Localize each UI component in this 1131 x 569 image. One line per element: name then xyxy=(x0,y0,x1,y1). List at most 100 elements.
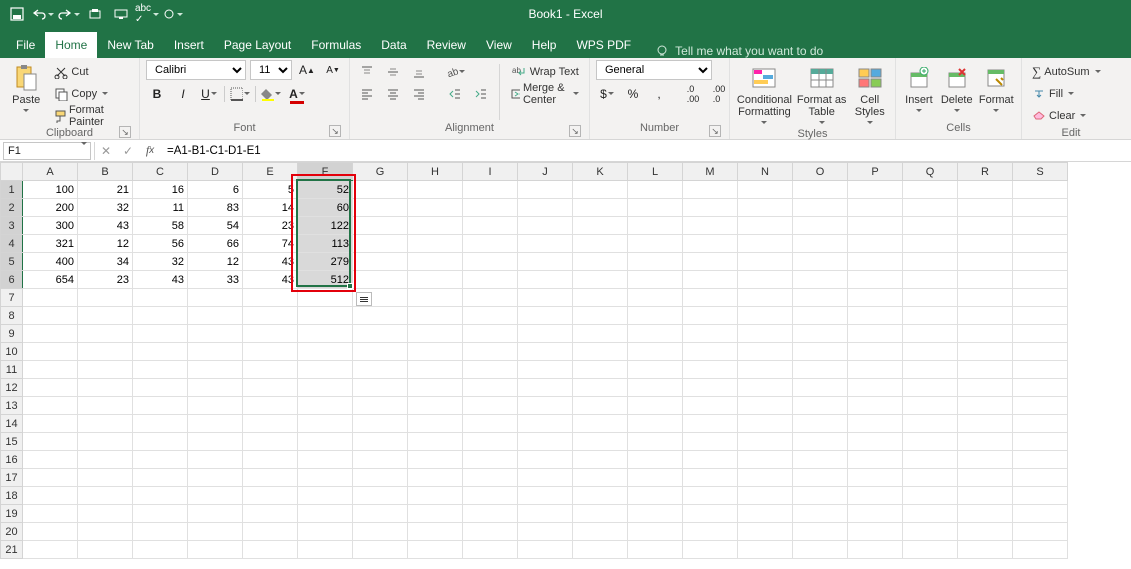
cell-Q21[interactable] xyxy=(903,541,958,559)
percent-button[interactable]: % xyxy=(622,84,644,104)
cell-J10[interactable] xyxy=(518,343,573,361)
cell-J9[interactable] xyxy=(518,325,573,343)
cell-K6[interactable] xyxy=(573,271,628,289)
cell-Q6[interactable] xyxy=(903,271,958,289)
cell-P6[interactable] xyxy=(848,271,903,289)
cell-K19[interactable] xyxy=(573,505,628,523)
cell-J8[interactable] xyxy=(518,307,573,325)
cell-C4[interactable]: 56 xyxy=(133,235,188,253)
cell-I15[interactable] xyxy=(463,433,518,451)
cell-F11[interactable] xyxy=(298,361,353,379)
cell-G2[interactable] xyxy=(353,199,408,217)
cell-F10[interactable] xyxy=(298,343,353,361)
cell-D20[interactable] xyxy=(188,523,243,541)
cell-R5[interactable] xyxy=(958,253,1013,271)
redo-icon[interactable] xyxy=(58,3,80,25)
cell-C20[interactable] xyxy=(133,523,188,541)
cell-N2[interactable] xyxy=(738,199,793,217)
conditional-formatting-button[interactable]: Conditional Formatting xyxy=(736,60,793,127)
cell-H6[interactable] xyxy=(408,271,463,289)
cell-S2[interactable] xyxy=(1013,199,1068,217)
cell-G7[interactable] xyxy=(353,289,408,307)
cell-D11[interactable] xyxy=(188,361,243,379)
cell-N4[interactable] xyxy=(738,235,793,253)
cell-C8[interactable] xyxy=(133,307,188,325)
cell-S3[interactable] xyxy=(1013,217,1068,235)
cell-P18[interactable] xyxy=(848,487,903,505)
cell-B2[interactable]: 32 xyxy=(78,199,133,217)
col-header-N[interactable]: N xyxy=(738,163,793,181)
cell-Q13[interactable] xyxy=(903,397,958,415)
cell-Q2[interactable] xyxy=(903,199,958,217)
col-header-R[interactable]: R xyxy=(958,163,1013,181)
formula-input[interactable] xyxy=(161,145,1131,157)
cell-R8[interactable] xyxy=(958,307,1013,325)
cell-R2[interactable] xyxy=(958,199,1013,217)
cell-R1[interactable] xyxy=(958,181,1013,199)
cell-D8[interactable] xyxy=(188,307,243,325)
cell-B21[interactable] xyxy=(78,541,133,559)
underline-button[interactable]: U xyxy=(198,84,220,104)
cell-L2[interactable] xyxy=(628,199,683,217)
cell-B6[interactable]: 23 xyxy=(78,271,133,289)
cell-S10[interactable] xyxy=(1013,343,1068,361)
cell-E12[interactable] xyxy=(243,379,298,397)
cell-C3[interactable]: 58 xyxy=(133,217,188,235)
cell-L5[interactable] xyxy=(628,253,683,271)
cell-L9[interactable] xyxy=(628,325,683,343)
cell-P1[interactable] xyxy=(848,181,903,199)
cell-G8[interactable] xyxy=(353,307,408,325)
cell-F3[interactable]: 122 xyxy=(298,217,353,235)
copy-button[interactable]: Copy xyxy=(50,84,133,104)
paste-button[interactable]: Paste xyxy=(6,60,46,115)
cell-G9[interactable] xyxy=(353,325,408,343)
cell-G1[interactable] xyxy=(353,181,408,199)
cell-A13[interactable] xyxy=(23,397,78,415)
cancel-formula-icon[interactable]: ✕ xyxy=(95,141,117,161)
format-cells-button[interactable]: Format xyxy=(978,60,1015,115)
cell-L12[interactable] xyxy=(628,379,683,397)
col-header-M[interactable]: M xyxy=(683,163,738,181)
cell-F17[interactable] xyxy=(298,469,353,487)
cell-O3[interactable] xyxy=(793,217,848,235)
cell-I4[interactable] xyxy=(463,235,518,253)
row-header-18[interactable]: 18 xyxy=(1,487,23,505)
cell-P13[interactable] xyxy=(848,397,903,415)
cell-M7[interactable] xyxy=(683,289,738,307)
cell-Q9[interactable] xyxy=(903,325,958,343)
col-header-F[interactable]: F xyxy=(298,163,353,181)
cell-H13[interactable] xyxy=(408,397,463,415)
cell-F14[interactable] xyxy=(298,415,353,433)
cell-A17[interactable] xyxy=(23,469,78,487)
col-header-B[interactable]: B xyxy=(78,163,133,181)
cell-I11[interactable] xyxy=(463,361,518,379)
cell-N12[interactable] xyxy=(738,379,793,397)
cell-P19[interactable] xyxy=(848,505,903,523)
cell-I8[interactable] xyxy=(463,307,518,325)
wrap-text-button[interactable]: abWrap Text xyxy=(507,62,583,82)
cell-F6[interactable]: 512 xyxy=(298,271,353,289)
col-header-G[interactable]: G xyxy=(353,163,408,181)
cell-N15[interactable] xyxy=(738,433,793,451)
cell-P5[interactable] xyxy=(848,253,903,271)
cell-P3[interactable] xyxy=(848,217,903,235)
cell-I6[interactable] xyxy=(463,271,518,289)
cell-L21[interactable] xyxy=(628,541,683,559)
italic-button[interactable]: I xyxy=(172,84,194,104)
cell-M2[interactable] xyxy=(683,199,738,217)
orientation-button[interactable]: ab xyxy=(444,62,466,82)
cell-A1[interactable]: 100 xyxy=(23,181,78,199)
cell-B11[interactable] xyxy=(78,361,133,379)
cell-S6[interactable] xyxy=(1013,271,1068,289)
cell-M19[interactable] xyxy=(683,505,738,523)
cell-B15[interactable] xyxy=(78,433,133,451)
cell-J3[interactable] xyxy=(518,217,573,235)
cell-B19[interactable] xyxy=(78,505,133,523)
cell-M16[interactable] xyxy=(683,451,738,469)
cell-E2[interactable]: 14 xyxy=(243,199,298,217)
cut-button[interactable]: Cut xyxy=(50,62,133,82)
font-name-select[interactable]: Calibri xyxy=(146,60,246,80)
cell-A14[interactable] xyxy=(23,415,78,433)
cell-S5[interactable] xyxy=(1013,253,1068,271)
row-header-11[interactable]: 11 xyxy=(1,361,23,379)
